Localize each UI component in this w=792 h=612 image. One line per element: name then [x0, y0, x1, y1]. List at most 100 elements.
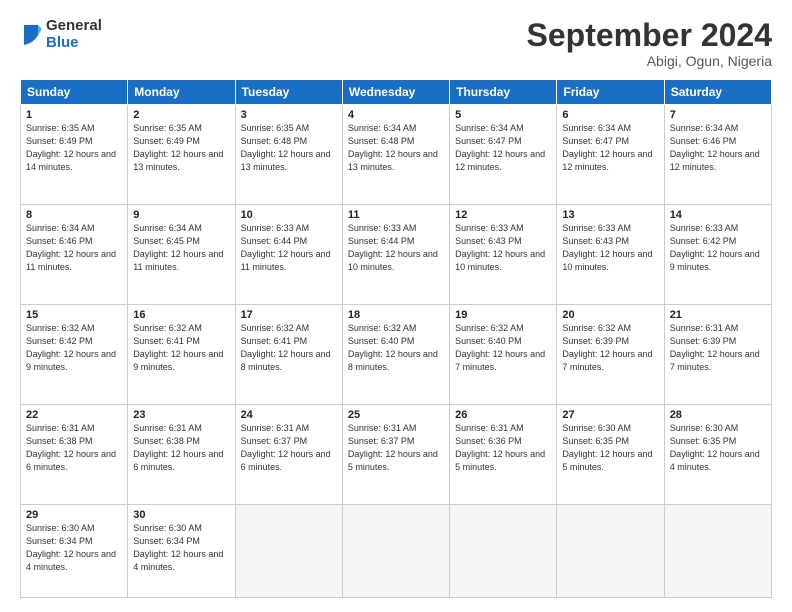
week-row: 1Sunrise: 6:35 AM Sunset: 6:49 PM Daylig…	[21, 105, 772, 205]
day-info: Sunrise: 6:31 AM Sunset: 6:36 PM Dayligh…	[455, 422, 551, 474]
day-number: 18	[348, 309, 444, 321]
weekday-header: Wednesday	[342, 80, 449, 105]
day-info: Sunrise: 6:34 AM Sunset: 6:45 PM Dayligh…	[133, 222, 229, 274]
day-info: Sunrise: 6:35 AM Sunset: 6:49 PM Dayligh…	[26, 122, 122, 174]
day-info: Sunrise: 6:35 AM Sunset: 6:49 PM Dayligh…	[133, 122, 229, 174]
title-area: September 2024 Abigi, Ogun, Nigeria	[527, 18, 772, 69]
weekday-header: Monday	[128, 80, 235, 105]
calendar-cell: 18Sunrise: 6:32 AM Sunset: 6:40 PM Dayli…	[342, 305, 449, 405]
calendar-cell: 22Sunrise: 6:31 AM Sunset: 6:38 PM Dayli…	[21, 405, 128, 505]
calendar-header: SundayMondayTuesdayWednesdayThursdayFrid…	[21, 80, 772, 105]
calendar-cell: 25Sunrise: 6:31 AM Sunset: 6:37 PM Dayli…	[342, 405, 449, 505]
day-number: 2	[133, 109, 229, 121]
calendar-cell: 21Sunrise: 6:31 AM Sunset: 6:39 PM Dayli…	[664, 305, 771, 405]
logo: General Blue	[20, 18, 102, 51]
weekday-header: Friday	[557, 80, 664, 105]
location: Abigi, Ogun, Nigeria	[527, 53, 772, 69]
calendar-cell: 10Sunrise: 6:33 AM Sunset: 6:44 PM Dayli…	[235, 205, 342, 305]
day-info: Sunrise: 6:30 AM Sunset: 6:35 PM Dayligh…	[562, 422, 658, 474]
day-info: Sunrise: 6:32 AM Sunset: 6:40 PM Dayligh…	[455, 322, 551, 374]
day-info: Sunrise: 6:32 AM Sunset: 6:39 PM Dayligh…	[562, 322, 658, 374]
day-number: 12	[455, 209, 551, 221]
day-number: 21	[670, 309, 766, 321]
day-info: Sunrise: 6:30 AM Sunset: 6:34 PM Dayligh…	[26, 522, 122, 574]
day-info: Sunrise: 6:31 AM Sunset: 6:39 PM Dayligh…	[670, 322, 766, 374]
calendar-cell	[664, 505, 771, 598]
day-number: 19	[455, 309, 551, 321]
day-number: 7	[670, 109, 766, 121]
calendar-cell: 3Sunrise: 6:35 AM Sunset: 6:48 PM Daylig…	[235, 105, 342, 205]
day-info: Sunrise: 6:32 AM Sunset: 6:42 PM Dayligh…	[26, 322, 122, 374]
calendar-cell: 12Sunrise: 6:33 AM Sunset: 6:43 PM Dayli…	[450, 205, 557, 305]
day-number: 20	[562, 309, 658, 321]
calendar-cell: 4Sunrise: 6:34 AM Sunset: 6:48 PM Daylig…	[342, 105, 449, 205]
header-row: SundayMondayTuesdayWednesdayThursdayFrid…	[21, 80, 772, 105]
day-number: 11	[348, 209, 444, 221]
day-number: 16	[133, 309, 229, 321]
day-number: 10	[241, 209, 337, 221]
day-info: Sunrise: 6:33 AM Sunset: 6:44 PM Dayligh…	[241, 222, 337, 274]
day-number: 5	[455, 109, 551, 121]
logo-icon	[20, 21, 42, 49]
day-number: 26	[455, 409, 551, 421]
day-number: 27	[562, 409, 658, 421]
weekday-header: Sunday	[21, 80, 128, 105]
calendar-cell: 24Sunrise: 6:31 AM Sunset: 6:37 PM Dayli…	[235, 405, 342, 505]
day-number: 29	[26, 509, 122, 521]
day-info: Sunrise: 6:31 AM Sunset: 6:38 PM Dayligh…	[26, 422, 122, 474]
day-info: Sunrise: 6:34 AM Sunset: 6:48 PM Dayligh…	[348, 122, 444, 174]
day-info: Sunrise: 6:30 AM Sunset: 6:34 PM Dayligh…	[133, 522, 229, 574]
day-number: 3	[241, 109, 337, 121]
day-info: Sunrise: 6:34 AM Sunset: 6:46 PM Dayligh…	[26, 222, 122, 274]
calendar-body: 1Sunrise: 6:35 AM Sunset: 6:49 PM Daylig…	[21, 105, 772, 598]
day-number: 8	[26, 209, 122, 221]
day-info: Sunrise: 6:34 AM Sunset: 6:47 PM Dayligh…	[455, 122, 551, 174]
day-number: 15	[26, 309, 122, 321]
calendar-cell: 14Sunrise: 6:33 AM Sunset: 6:42 PM Dayli…	[664, 205, 771, 305]
day-info: Sunrise: 6:32 AM Sunset: 6:41 PM Dayligh…	[241, 322, 337, 374]
calendar-cell	[342, 505, 449, 598]
day-info: Sunrise: 6:33 AM Sunset: 6:43 PM Dayligh…	[455, 222, 551, 274]
day-number: 4	[348, 109, 444, 121]
day-number: 13	[562, 209, 658, 221]
day-number: 24	[241, 409, 337, 421]
calendar: SundayMondayTuesdayWednesdayThursdayFrid…	[20, 79, 772, 598]
weekday-header: Thursday	[450, 80, 557, 105]
logo-blue: Blue	[46, 35, 102, 52]
calendar-cell: 13Sunrise: 6:33 AM Sunset: 6:43 PM Dayli…	[557, 205, 664, 305]
calendar-cell: 16Sunrise: 6:32 AM Sunset: 6:41 PM Dayli…	[128, 305, 235, 405]
day-number: 30	[133, 509, 229, 521]
page: General Blue September 2024 Abigi, Ogun,…	[0, 0, 792, 612]
calendar-cell	[557, 505, 664, 598]
calendar-cell: 6Sunrise: 6:34 AM Sunset: 6:47 PM Daylig…	[557, 105, 664, 205]
day-info: Sunrise: 6:34 AM Sunset: 6:47 PM Dayligh…	[562, 122, 658, 174]
calendar-cell: 15Sunrise: 6:32 AM Sunset: 6:42 PM Dayli…	[21, 305, 128, 405]
day-info: Sunrise: 6:32 AM Sunset: 6:41 PM Dayligh…	[133, 322, 229, 374]
calendar-cell: 9Sunrise: 6:34 AM Sunset: 6:45 PM Daylig…	[128, 205, 235, 305]
calendar-cell: 23Sunrise: 6:31 AM Sunset: 6:38 PM Dayli…	[128, 405, 235, 505]
calendar-cell: 11Sunrise: 6:33 AM Sunset: 6:44 PM Dayli…	[342, 205, 449, 305]
calendar-cell: 27Sunrise: 6:30 AM Sunset: 6:35 PM Dayli…	[557, 405, 664, 505]
week-row: 15Sunrise: 6:32 AM Sunset: 6:42 PM Dayli…	[21, 305, 772, 405]
calendar-cell: 7Sunrise: 6:34 AM Sunset: 6:46 PM Daylig…	[664, 105, 771, 205]
calendar-cell: 5Sunrise: 6:34 AM Sunset: 6:47 PM Daylig…	[450, 105, 557, 205]
week-row: 29Sunrise: 6:30 AM Sunset: 6:34 PM Dayli…	[21, 505, 772, 598]
day-number: 9	[133, 209, 229, 221]
day-info: Sunrise: 6:33 AM Sunset: 6:44 PM Dayligh…	[348, 222, 444, 274]
calendar-cell: 26Sunrise: 6:31 AM Sunset: 6:36 PM Dayli…	[450, 405, 557, 505]
day-number: 6	[562, 109, 658, 121]
day-info: Sunrise: 6:35 AM Sunset: 6:48 PM Dayligh…	[241, 122, 337, 174]
weekday-header: Tuesday	[235, 80, 342, 105]
day-number: 22	[26, 409, 122, 421]
calendar-cell: 2Sunrise: 6:35 AM Sunset: 6:49 PM Daylig…	[128, 105, 235, 205]
calendar-cell	[235, 505, 342, 598]
calendar-cell: 17Sunrise: 6:32 AM Sunset: 6:41 PM Dayli…	[235, 305, 342, 405]
calendar-cell: 20Sunrise: 6:32 AM Sunset: 6:39 PM Dayli…	[557, 305, 664, 405]
week-row: 22Sunrise: 6:31 AM Sunset: 6:38 PM Dayli…	[21, 405, 772, 505]
calendar-cell: 29Sunrise: 6:30 AM Sunset: 6:34 PM Dayli…	[21, 505, 128, 598]
week-row: 8Sunrise: 6:34 AM Sunset: 6:46 PM Daylig…	[21, 205, 772, 305]
calendar-cell	[450, 505, 557, 598]
day-info: Sunrise: 6:31 AM Sunset: 6:38 PM Dayligh…	[133, 422, 229, 474]
weekday-header: Saturday	[664, 80, 771, 105]
day-number: 25	[348, 409, 444, 421]
